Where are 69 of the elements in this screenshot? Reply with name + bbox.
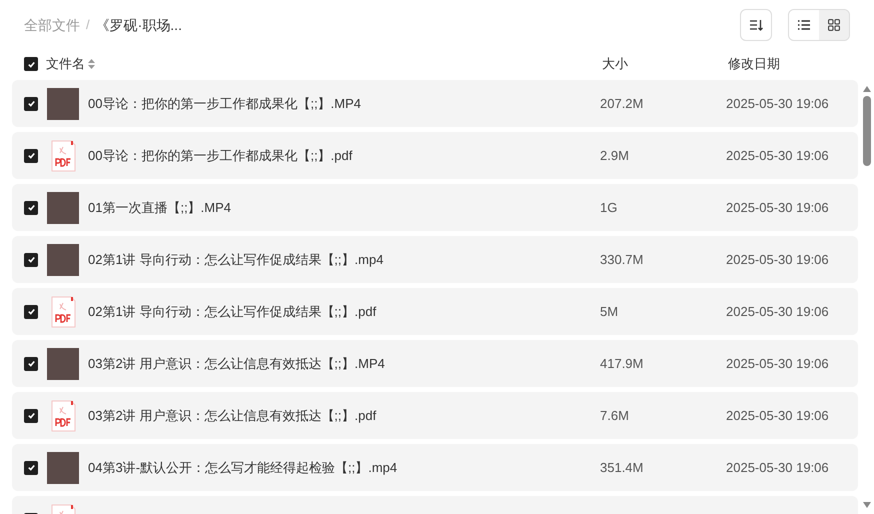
check-icon <box>26 359 36 368</box>
file-name: 03第2讲 用户意识：怎么让信息有效抵达【;;】.pdf <box>88 406 378 425</box>
modified-date: 2025-05-30 19:06 <box>726 94 829 113</box>
modified-date: 2025-05-30 19:06 <box>726 198 829 217</box>
breadcrumb-item: 《罗砚·职场... <box>96 16 182 34</box>
file-size: 330.7M <box>600 250 644 269</box>
video-thumbnail <box>47 348 79 380</box>
list-icon <box>798 20 810 30</box>
checkbox[interactable] <box>24 460 38 474</box>
column-header[interactable]: 文件名 <box>46 54 85 74</box>
checkbox[interactable] <box>24 304 38 318</box>
video-thumbnail <box>47 244 79 276</box>
file-name: 01第一次直播【;;】.MP4 <box>88 198 232 217</box>
modified-date: 2025-05-30 19:06 <box>726 354 829 373</box>
breadcrumb-separator: / <box>86 16 90 34</box>
file-name: 02第1讲 导向行动：怎么让写作促成结果【;;】.pdf <box>88 302 378 321</box>
file-row[interactable]: 02第1讲 导向行动：怎么让写作促成结果【;;】.pdf 5M 2025-05-30 19:06 <box>12 288 858 335</box>
check-icon <box>26 60 36 68</box>
check-icon <box>26 99 36 108</box>
checkbox[interactable] <box>24 96 38 110</box>
scrollbar-thumb[interactable] <box>863 96 871 166</box>
modified-date: 2025-05-30 19:06 <box>726 302 829 321</box>
checkbox[interactable] <box>24 356 38 370</box>
modified-date: 2025-05-30 19:06 <box>726 458 829 477</box>
file-name: 00导论：把你的第一步工作都成果化【;;】.MP4 <box>88 94 362 113</box>
list-view-button[interactable] <box>789 10 819 40</box>
file-size: 5M <box>600 302 620 321</box>
file-size: 2.9M <box>600 146 630 165</box>
file-size: 207.2M <box>600 94 644 113</box>
file-row[interactable]: 02第1讲 导向行动：怎么让写作促成结果【;;】.mp4 330.7M 2025-05-30 19:06 <box>12 236 858 283</box>
check-icon <box>26 255 36 264</box>
checkbox[interactable] <box>24 200 38 214</box>
scroll-down-icon[interactable] <box>863 502 871 508</box>
column-header[interactable]: 大小 <box>602 54 728 74</box>
file-name: 00导论：把你的第一步工作都成果化【;;】.pdf <box>88 146 354 165</box>
check-icon <box>26 203 36 212</box>
file-row[interactable]: 00导论：把你的第一步工作都成果化【;;】.MP4 207.2M 2025-05-30 19:06 <box>12 80 858 127</box>
check-icon <box>26 151 36 160</box>
sort-button[interactable] <box>740 9 772 41</box>
checkbox[interactable] <box>24 408 38 422</box>
file-size: 417.9M <box>600 354 644 373</box>
video-thumbnail <box>47 192 79 224</box>
checkbox[interactable] <box>24 252 38 266</box>
modified-date: 2025-05-30 19:06 <box>726 250 829 269</box>
grid-icon <box>828 19 840 31</box>
modified-date: 2025-05-30 19:06 <box>726 146 829 165</box>
check-icon <box>26 411 36 420</box>
checkbox[interactable] <box>24 57 38 71</box>
sort-arrows-icon <box>88 59 95 69</box>
file-row[interactable]: 03第2讲 用户意识：怎么让信息有效抵达【;;】.pdf 7.6M 2025-05-30 19:06 <box>12 392 858 439</box>
file-name: 02第1讲 导向行动：怎么让写作促成结果【;;】.mp4 <box>88 250 384 269</box>
file-row[interactable]: 03第2讲 用户意识：怎么让信息有效抵达【;;】.MP4 417.9M 2025-05-30 19:06 <box>12 340 858 387</box>
file-size: 351.4M <box>600 458 644 477</box>
file-row[interactable]: 04第3讲-默认公开：怎么写才能经得起检验【;;】.mp4 351.4M 2025-05-30 19:06 <box>12 444 858 491</box>
file-row[interactable]: 00导论：把你的第一步工作都成果化【;;】.pdf 2.9M 2025-05-30 19:06 <box>12 132 858 179</box>
video-thumbnail <box>47 88 79 120</box>
sort-icon <box>749 19 763 31</box>
file-size: 7.6M <box>600 406 630 425</box>
video-thumbnail <box>47 452 79 484</box>
file-name: 03第2讲 用户意识：怎么让信息有效抵达【;;】.MP4 <box>88 354 386 373</box>
file-row[interactable]: 01第一次直播【;;】.MP4 1G 2025-05-30 19:06 <box>12 184 858 231</box>
modified-date: 2025-05-30 19:06 <box>726 406 829 425</box>
column-header[interactable]: 修改日期 <box>728 54 780 74</box>
checkbox[interactable] <box>24 148 38 162</box>
file-name: 04第3讲-默认公开：怎么写才能经得起检验【;;】.mp4 <box>88 458 398 477</box>
file-size: 1G <box>600 198 618 217</box>
scroll-up-icon[interactable] <box>863 86 871 92</box>
check-icon <box>26 307 36 316</box>
check-icon <box>26 463 36 472</box>
